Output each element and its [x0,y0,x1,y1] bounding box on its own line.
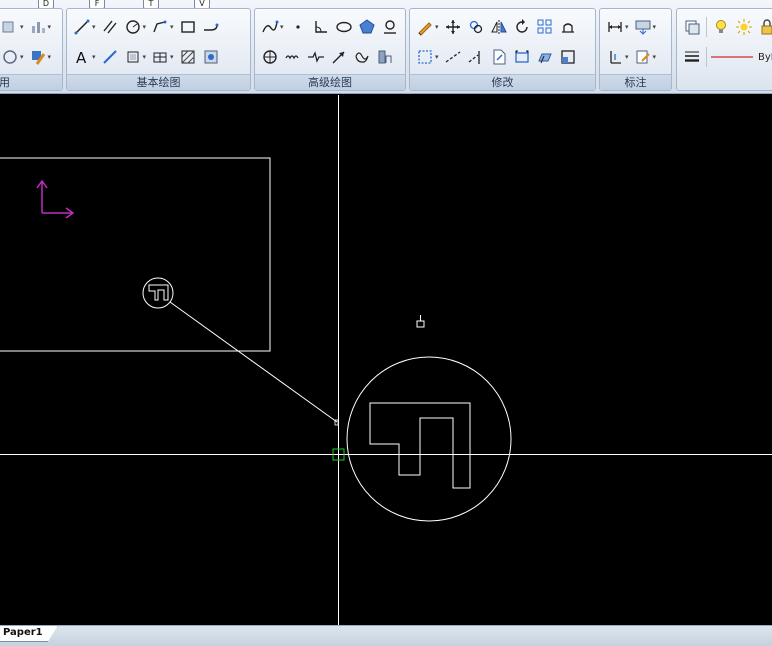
ribbon: D F T V ▾ ▾ ▾ ▾ 用 ▾ ▾ ▾ A ▾ ▾ ▾ 基本绘图 ▾ 高… [0,0,772,94]
linetype-line-sample [711,56,753,58]
polyline-icon[interactable] [149,15,171,39]
panel-properties: ByLa [676,8,772,91]
panel-advanced-draw: ▾ 高级绘图 [254,8,406,91]
explode-icon[interactable] [488,45,510,69]
offset-icon[interactable] [534,45,556,69]
panel-label-advanced-draw: 高级绘图 [255,74,405,90]
svg-text:A: A [76,49,87,66]
panel-label-partial: 用 [0,74,62,90]
layer-tool-icon[interactable] [0,15,21,39]
lock-icon[interactable] [756,15,772,39]
panel-modify: ▾ ▾ 修改 [409,8,596,91]
dimension-style-icon[interactable] [632,15,654,39]
rotate-icon[interactable] [465,15,487,39]
chart-icon[interactable] [27,15,49,39]
region-icon[interactable] [122,45,144,69]
linetype-selector[interactable]: ByLa [710,52,772,63]
paint-brush-icon[interactable] [27,45,49,69]
extend-icon[interactable] [465,45,487,69]
ordinate-dimension-icon[interactable] [604,45,626,69]
leader-arrow-icon[interactable] [328,45,350,69]
panel-draw: ▾ ▾ ▾ A ▾ ▾ ▾ 基本绘图 [66,8,251,91]
block-insert-icon[interactable] [0,45,21,69]
layout-tab-paper1[interactable]: Paper1 [0,626,58,642]
parallel-lines-icon[interactable] [99,15,121,39]
construction-line-icon[interactable] [99,45,121,69]
line-icon[interactable] [71,15,93,39]
point-icon[interactable] [287,15,309,39]
move-icon[interactable] [442,15,464,39]
text-icon[interactable]: A [71,45,93,69]
trim-icon[interactable] [442,45,464,69]
erase-icon[interactable] [414,15,436,39]
block-icon[interactable] [200,45,222,69]
linear-dimension-icon[interactable] [604,15,626,39]
arc-icon[interactable] [200,15,222,39]
rectangle-icon[interactable] [177,15,199,39]
linetype-value: ByLa [758,51,772,63]
panel-label-draw: 基本绘图 [67,74,250,90]
refresh-icon[interactable] [511,15,533,39]
layout-tab-bar: Paper1 [0,625,772,646]
boundary-icon[interactable] [259,45,281,69]
circle-icon[interactable] [122,15,144,39]
array-icon[interactable] [534,15,556,39]
spline-icon[interactable] [259,15,281,39]
scale-icon[interactable] [511,45,533,69]
lineweight-icon[interactable] [681,45,703,69]
fillet-icon[interactable] [557,45,579,69]
drawing-canvas[interactable] [0,95,772,625]
breakline-icon[interactable] [305,45,327,69]
table-icon[interactable] [149,45,171,69]
hatch-icon[interactable] [177,45,199,69]
separator [706,17,707,37]
panel-label-annotate: 标注 [600,74,671,90]
sketch-icon[interactable] [351,45,373,69]
angle-icon[interactable] [310,15,332,39]
solid-fill-icon[interactable] [374,45,396,69]
panel-annotate: ▾ ▾ ▾ ▾ 标注 [599,8,672,91]
mirror-icon[interactable] [488,15,510,39]
polygon-icon[interactable] [356,15,378,39]
lightbulb-icon[interactable] [710,15,732,39]
separator [706,47,707,67]
multileader-icon[interactable] [632,45,654,69]
donut-icon[interactable] [379,15,401,39]
panel-label-modify: 修改 [410,74,595,90]
stretch-icon[interactable] [557,15,579,39]
layer-properties-icon[interactable] [681,15,703,39]
select-window-icon[interactable] [414,45,436,69]
sun-icon[interactable] [733,15,755,39]
ellipse-icon[interactable] [333,15,355,39]
revcloud-icon[interactable] [282,45,304,69]
panel-partial-left: ▾ ▾ ▾ ▾ 用 [0,8,63,91]
